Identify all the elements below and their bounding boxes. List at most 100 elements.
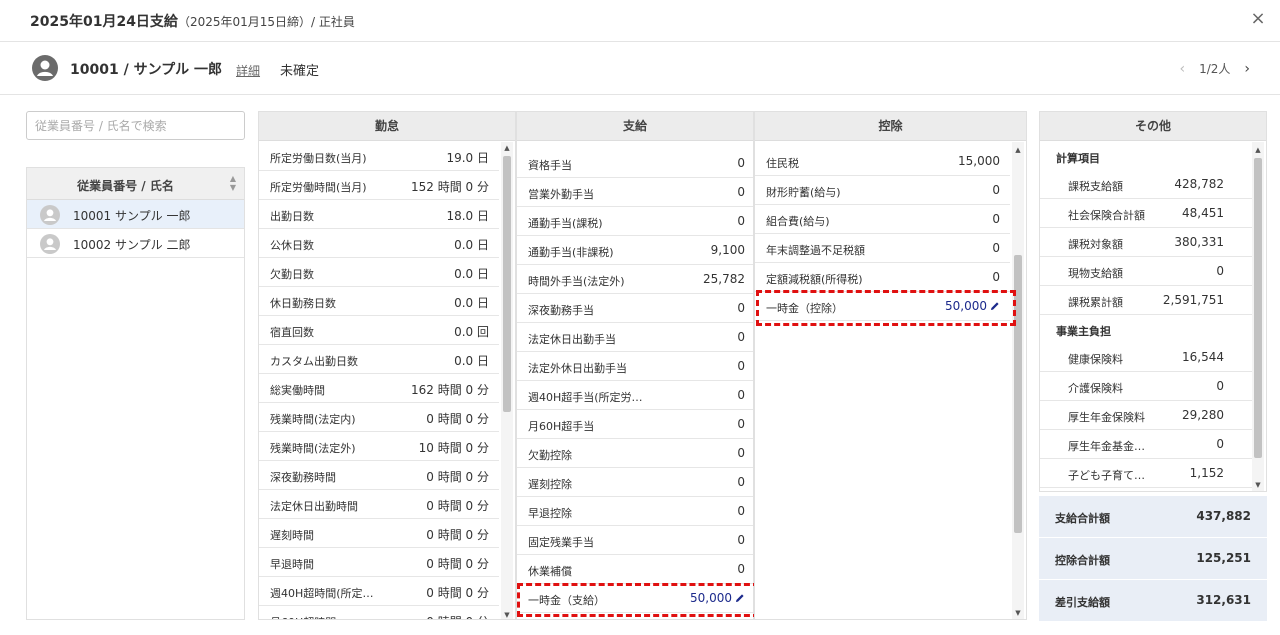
- payment-row-value-text: 0: [737, 185, 745, 199]
- attendance-row-label: 深夜勤務時間: [270, 471, 336, 484]
- payment-row-value: 0: [737, 417, 745, 431]
- pay-date-title: 2025年01月24日支給: [30, 14, 178, 30]
- payment-row-label: 早退控除: [528, 507, 572, 520]
- attendance-row-value: 0.0 日: [454, 265, 489, 282]
- close-icon[interactable]: ×: [1248, 9, 1268, 29]
- deduction-scrollbar[interactable]: ▲ ▼: [1012, 142, 1024, 619]
- total-label: 支給合計額: [1055, 512, 1110, 525]
- attendance-row: 週40H超時間(所定… 0 時間 0 分: [259, 577, 499, 606]
- payment-row-value: 0: [737, 388, 745, 402]
- payment-row-value: 0: [737, 562, 745, 576]
- scrollbar-thumb[interactable]: [503, 156, 511, 412]
- employee-list-item[interactable]: 10002 サンプル 二郎: [27, 229, 244, 258]
- employee-search-input[interactable]: [26, 111, 245, 140]
- attendance-row-label: 休日勤務日数: [270, 297, 336, 310]
- payment-row-label: 営業外勤手当: [528, 188, 594, 201]
- attendance-row-label: 出勤日数: [270, 210, 314, 223]
- attendance-scrollbar[interactable]: ▲ ▼: [501, 142, 513, 619]
- payment-row: 時間外手当(法定外) 25,782: [517, 265, 753, 294]
- employer-row-value: 0: [1216, 379, 1224, 393]
- calc-row-label: 課税対象額: [1068, 238, 1123, 251]
- attendance-row: 月60H超時間 0 時間 0 分: [259, 606, 499, 619]
- payment-row-label: 通勤手当(非課税): [528, 246, 614, 259]
- attendance-row-value-text: 0 時間 0 分: [426, 412, 489, 426]
- employee-list-header-label: 従業員番号 / 氏名: [77, 179, 174, 193]
- total-label: 控除合計額: [1055, 554, 1110, 567]
- calc-row: 現物支給額 0: [1040, 257, 1252, 286]
- scroll-up-icon[interactable]: ▲: [501, 144, 513, 152]
- payment-row-value: 0: [737, 301, 745, 315]
- scroll-down-icon[interactable]: ▼: [1252, 481, 1264, 489]
- scroll-down-icon[interactable]: ▼: [1012, 609, 1024, 617]
- attendance-row-value: 19.0 日: [446, 149, 489, 166]
- employee-detail-link[interactable]: 詳細: [236, 62, 260, 79]
- payment-row-value-text: 0: [737, 214, 745, 228]
- calc-section-label: 計算項目: [1056, 152, 1100, 165]
- calc-row-label: 社会保険合計額: [1068, 209, 1145, 222]
- deduction-row-label: 住民税: [766, 157, 799, 170]
- payment-row: 週40H超手当(所定労… 0: [517, 381, 753, 410]
- attendance-row-label: 週40H超時間(所定…: [270, 587, 374, 600]
- other-scrollbar[interactable]: ▲ ▼: [1252, 142, 1264, 491]
- employer-row-value: 29,280: [1182, 408, 1224, 422]
- total-payment-row: 支給合計額 437,882: [1039, 496, 1267, 538]
- payment-lump-sum-highlight: [517, 583, 759, 617]
- calc-row-label: 現物支給額: [1068, 267, 1123, 280]
- scroll-down-icon[interactable]: ▼: [501, 611, 513, 619]
- employee-list-item[interactable]: 10001 サンプル 一郎: [27, 200, 244, 229]
- employee-list-header[interactable]: 従業員番号 / 氏名 ▲ ▼: [27, 168, 244, 200]
- payment-row-label: 月60H超手当: [528, 420, 595, 433]
- scroll-up-icon[interactable]: ▲: [1012, 146, 1024, 154]
- sort-icon[interactable]: ▲ ▼: [230, 174, 236, 192]
- employer-row: 厚生年金保険料 29,280: [1040, 401, 1252, 430]
- payment-row-value: 25,782: [703, 272, 745, 286]
- deduction-row-value: 0: [992, 212, 1000, 226]
- payment-row-value-text: 9,100: [710, 243, 745, 257]
- calc-rows: 課税支給額 428,782 社会保険合計額 48,451 課税対象額 380,331 現物支…: [1040, 170, 1252, 315]
- employer-row-label: 子ども子育て…: [1068, 469, 1145, 482]
- payment-row-label: 休業補償: [528, 565, 572, 578]
- attendance-row-value-text: 0 時間 0 分: [426, 557, 489, 571]
- payment-row-label: 時間外手当(法定外): [528, 275, 625, 288]
- attendance-row: 早退時間 0 時間 0 分: [259, 548, 499, 577]
- attendance-row: 所定労働時間(当月) 152 時間 0 分: [259, 171, 499, 200]
- other-rows: 計算項目 課税支給額 428,782 社会保険合計額 48,451 課税対象額 380,3…: [1040, 142, 1252, 488]
- payment-row-value-text: 0: [737, 359, 745, 373]
- scrollbar-thumb[interactable]: [1254, 158, 1262, 458]
- employer-row: 介護保険料 0: [1040, 372, 1252, 401]
- attendance-row-label: 月60H超時間: [270, 614, 336, 619]
- deduction-row-value: 15,000: [958, 154, 1000, 168]
- employee-list-item-label: 10001 サンプル 一郎: [73, 209, 191, 223]
- payment-row-label: 通勤手当(課税): [528, 217, 603, 230]
- attendance-row-value-text: 0 時間 0 分: [426, 528, 489, 542]
- payment-row-label: 法定外休日出勤手当: [528, 362, 627, 375]
- attendance-row-value: 0 時間 0 分: [426, 584, 489, 601]
- payment-row-value: 0: [737, 359, 745, 373]
- payment-row-value: 0: [737, 185, 745, 199]
- calc-row-value-text: 48,451: [1182, 206, 1224, 220]
- deduction-row: 組合費(給与) 0: [755, 205, 1010, 234]
- employer-row: 健康保険料 16,544: [1040, 343, 1252, 372]
- attendance-row-label: 総実働時間: [270, 384, 325, 397]
- attendance-row-label: 公休日数: [270, 239, 314, 252]
- attendance-row-value: 0.0 回: [454, 323, 489, 340]
- payment-row: 欠勤控除 0: [517, 439, 753, 468]
- payment-row: 月60H超手当 0: [517, 410, 753, 439]
- payment-rows: 資格手当 0 営業外勤手当 0 通勤手当(課税) 0 通勤手当(非課税) 9,100 時間外手当…: [517, 149, 753, 613]
- attendance-row: 残業時間(法定内) 0 時間 0 分: [259, 403, 499, 432]
- prev-employee-icon[interactable]: ‹: [1179, 61, 1185, 77]
- attendance-row: 所定労働日数(当月) 19.0 日: [259, 142, 499, 171]
- attendance-rows: 所定労働日数(当月) 19.0 日所定労働時間(当月) 152 時間 0 分出勤日数…: [259, 142, 499, 619]
- payment-row-value: 0: [737, 504, 745, 518]
- deduction-row: 定額減税額(所得税) 0: [755, 263, 1010, 292]
- total-deduction-row: 控除合計額 125,251: [1039, 538, 1267, 580]
- deduction-panel: 控除 住民税 15,000 財形貯蓄(給与) 0 組合費(給与) 0 年末調整過不足税額 0 定…: [754, 111, 1027, 620]
- payment-row: 早退控除 0: [517, 497, 753, 526]
- scroll-up-icon[interactable]: ▲: [1252, 146, 1264, 154]
- attendance-row-label: 欠勤日数: [270, 268, 314, 281]
- deduction-row-value-text: 15,000: [958, 154, 1000, 168]
- next-employee-icon[interactable]: ›: [1244, 61, 1250, 77]
- payment-row-value-text: 0: [737, 475, 745, 489]
- attendance-row-value-text: 0.0 日: [454, 354, 489, 368]
- attendance-row-value-text: 10 時間 0 分: [418, 441, 489, 455]
